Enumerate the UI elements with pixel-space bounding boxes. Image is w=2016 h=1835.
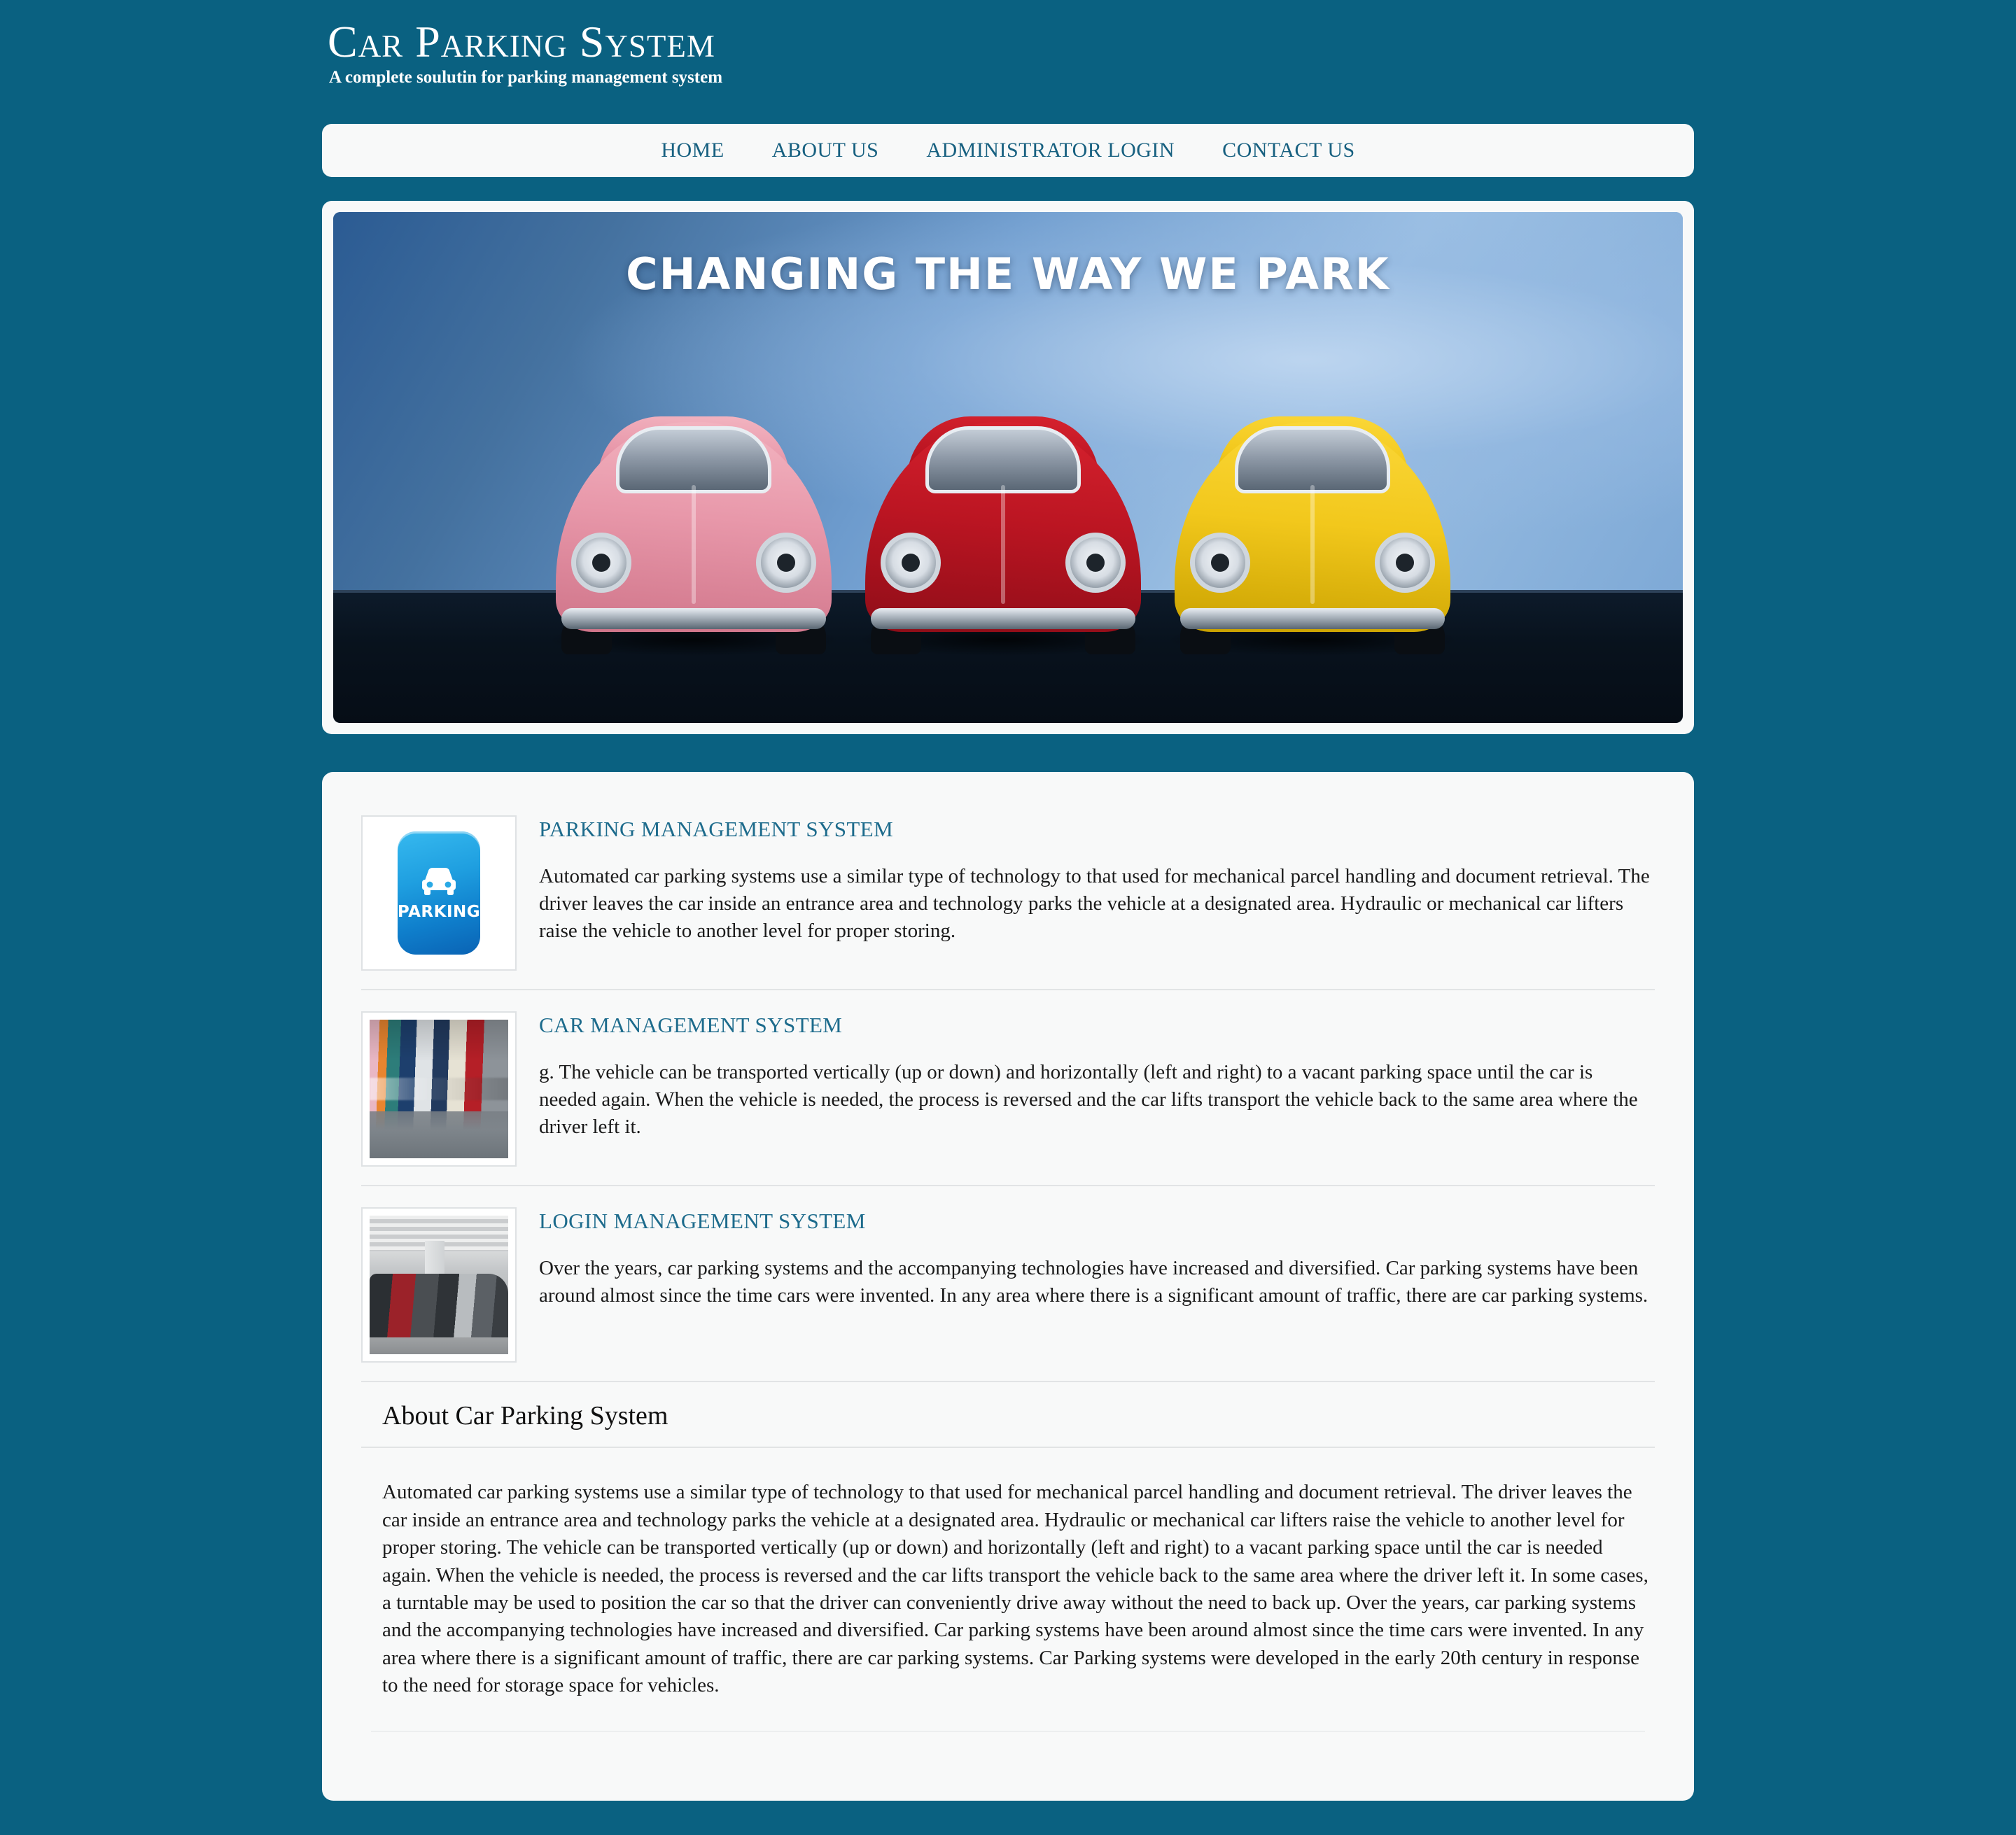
- feature-thumbnail-frame: [361, 1207, 517, 1363]
- feature-body: g. The vehicle can be transported vertic…: [539, 1061, 1638, 1138]
- parking-badge-shape: PARKING: [398, 831, 480, 955]
- car-bumper: [561, 608, 826, 630]
- about-body: Automated car parking systems use a simi…: [382, 1481, 1648, 1697]
- about-divider: [361, 1447, 1655, 1449]
- feature-text-block: Parking Management System Automated car …: [539, 815, 1655, 945]
- nav-item-contact-us[interactable]: Contact Us: [1222, 139, 1355, 162]
- feature-thumbnail-frame: PARKING: [361, 815, 517, 971]
- car-windshield: [925, 426, 1081, 494]
- about-title: About Car Parking System: [382, 1401, 668, 1431]
- feature-row-car-management: Car Management System g. The vehicle can…: [361, 989, 1655, 1185]
- hero-car-pink: [543, 388, 844, 668]
- photo-highlight-band: [370, 1078, 508, 1101]
- content-panel: PARKING Parking Management System Automa…: [322, 772, 1694, 1801]
- nav-link-contact-us[interactable]: Contact Us: [1222, 139, 1355, 162]
- hero-car-yellow: [1162, 388, 1463, 668]
- hero-banner-frame: CHANGING THE WAY WE PARK: [322, 201, 1694, 735]
- car-headlight-right: [1065, 533, 1126, 593]
- feature-text-block: Login Management System Over the years, …: [539, 1207, 1655, 1309]
- page-root: Car Parking System A complete soulutin f…: [0, 0, 2016, 1835]
- car-windshield: [1235, 426, 1390, 494]
- page-container: Car Parking System A complete soulutin f…: [322, 0, 1694, 1801]
- site-tagline: A complete soulutin for parking manageme…: [329, 68, 723, 87]
- car-hood-line: [1310, 485, 1315, 605]
- nav-link-home[interactable]: Home: [661, 139, 724, 162]
- feature-title: Car Management System: [539, 1013, 843, 1038]
- nav-link-about-us[interactable]: About Us: [772, 139, 879, 162]
- car-bumper: [1180, 608, 1445, 630]
- car-headlight-left: [1190, 533, 1250, 593]
- parking-badge-label: PARKING: [397, 903, 481, 922]
- hero-cars-group: [333, 374, 1683, 668]
- feature-thumbnail-frame: [361, 1011, 517, 1167]
- about-section: About Car Parking System Automated car p…: [361, 1381, 1655, 1732]
- nav-item-administrator-login[interactable]: Administrator Login: [926, 139, 1175, 162]
- feature-row-parking-management: PARKING Parking Management System Automa…: [361, 815, 1655, 989]
- parking-garage-photo: [370, 1216, 508, 1355]
- nav-link-administrator-login[interactable]: Administrator Login: [926, 139, 1175, 162]
- car-headlight-left: [881, 533, 941, 593]
- feature-text-block: Car Management System g. The vehicle can…: [539, 1011, 1655, 1141]
- feature-thumbnail: [370, 1216, 508, 1355]
- page-title: Car Parking System: [328, 17, 715, 66]
- feature-title: Parking Management System: [539, 817, 894, 842]
- car-headlight-left: [571, 533, 631, 593]
- car-windshield: [616, 426, 771, 494]
- garage-floor: [370, 1337, 508, 1355]
- car-headlight-right: [1375, 533, 1435, 593]
- hero-car-red: [853, 388, 1154, 668]
- hero-headline: CHANGING THE WAY WE PARK: [626, 248, 1390, 300]
- nav-list: Home About Us Administrator Login Contac…: [661, 139, 1354, 162]
- feature-thumbnail: PARKING: [370, 824, 508, 963]
- nav-item-home[interactable]: Home: [661, 139, 724, 162]
- site-header: Car Parking System A complete soulutin f…: [322, 0, 1694, 87]
- nav-item-about-us[interactable]: About Us: [772, 139, 879, 162]
- parked-cars-photo: [370, 1020, 508, 1159]
- car-hood-line: [1001, 485, 1005, 605]
- feature-body: Automated car parking systems use a simi…: [539, 865, 1650, 942]
- about-footer-divider: [371, 1730, 1645, 1732]
- feature-row-login-management: Login Management System Over the years, …: [361, 1185, 1655, 1381]
- car-hood-line: [692, 485, 696, 605]
- feature-title: Login Management System: [539, 1209, 866, 1234]
- main-navigation: Home About Us Administrator Login Contac…: [322, 124, 1694, 178]
- car-glyph-icon: [422, 868, 456, 896]
- feature-body: Over the years, car parking systems and …: [539, 1257, 1648, 1307]
- car-headlight-right: [756, 533, 816, 593]
- hero-banner-image: CHANGING THE WAY WE PARK: [333, 212, 1683, 724]
- parking-badge-icon: PARKING: [370, 824, 508, 963]
- car-bumper: [871, 608, 1135, 630]
- feature-thumbnail: [370, 1020, 508, 1159]
- garage-cars-row: [370, 1274, 508, 1344]
